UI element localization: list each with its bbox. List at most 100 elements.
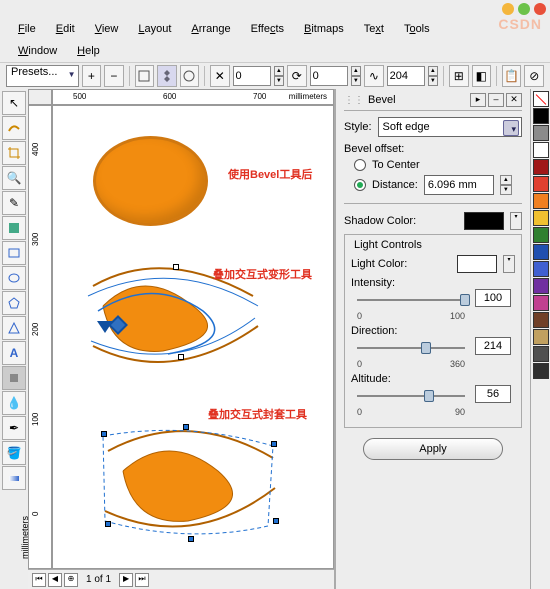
param-2[interactable] (310, 66, 348, 86)
swatch[interactable] (533, 227, 549, 243)
remove-preset-btn[interactable]: − (104, 65, 124, 87)
copy-props-btn[interactable]: 📋 (502, 65, 522, 87)
param-3[interactable] (387, 66, 425, 86)
slider-thumb[interactable] (421, 342, 431, 354)
presets-dropdown[interactable]: Presets... (6, 65, 79, 87)
canvas[interactable]: 使用Bevel工具后 叠加交互式变形工具 叠加交互 (52, 105, 334, 569)
distort-arrow-icon[interactable] (97, 321, 113, 333)
rectangle-tool[interactable] (2, 241, 26, 265)
shape-ellipse[interactable] (93, 136, 208, 226)
add-preset-btn[interactable]: + (82, 65, 102, 87)
menu-arrange[interactable]: Arrange (181, 20, 240, 38)
shadow-color-well[interactable] (464, 212, 504, 230)
envelope-node[interactable] (101, 431, 107, 437)
envelope-node[interactable] (183, 424, 189, 430)
menu-text[interactable]: Text (354, 20, 394, 38)
menu-edit[interactable]: Edit (46, 20, 85, 38)
menu-help[interactable]: Help (67, 42, 110, 60)
distance-radio[interactable] (354, 179, 366, 191)
clear-btn[interactable]: ⊘ (524, 65, 544, 87)
direction-slider[interactable]: 214 (357, 339, 465, 357)
swatch[interactable] (533, 142, 549, 158)
outline-tool[interactable]: ✒ (2, 416, 26, 440)
swatch[interactable] (533, 312, 549, 328)
distance-field[interactable] (424, 175, 494, 195)
smart-fill-tool[interactable] (2, 216, 26, 240)
page-first[interactable]: ⏮ (32, 573, 46, 587)
envelope-node[interactable] (271, 441, 277, 447)
menu-layout[interactable]: Layout (128, 20, 181, 38)
swatch[interactable] (533, 193, 549, 209)
polygon-tool[interactable] (2, 291, 26, 315)
anchor-btn[interactable]: ✕ (210, 65, 230, 87)
swatch[interactable] (533, 363, 549, 379)
swatch[interactable] (533, 346, 549, 362)
swatch[interactable] (533, 176, 549, 192)
swatch[interactable] (533, 329, 549, 345)
page-add[interactable]: ⊕ (64, 573, 78, 587)
param-1[interactable] (233, 66, 271, 86)
swatch-none[interactable] (533, 91, 549, 107)
envelope-node[interactable] (273, 518, 279, 524)
swatch[interactable] (533, 244, 549, 260)
mode-btn-2[interactable] (157, 65, 177, 87)
menu-window[interactable]: Window (8, 42, 67, 60)
freehand-tool[interactable]: ✎ (2, 191, 26, 215)
page-last[interactable]: ⏭ (135, 573, 149, 587)
ruler-origin[interactable] (28, 89, 52, 105)
text-tool[interactable]: A (2, 341, 26, 365)
interactive-tool[interactable] (2, 366, 26, 390)
grip-icon[interactable]: ⋮⋮ (344, 95, 364, 106)
maximize-btn[interactable] (518, 3, 530, 15)
envelope-node[interactable] (188, 536, 194, 542)
ruler-horizontal[interactable]: 500 600 700 millimeters (52, 89, 334, 105)
panel-collapse-btn[interactable]: – (488, 93, 504, 107)
swatch[interactable] (533, 261, 549, 277)
swatch[interactable] (533, 295, 549, 311)
altitude-slider[interactable]: 56 (357, 387, 465, 405)
panel-menu-btn[interactable]: ▸ (470, 93, 486, 107)
eyedropper-tool[interactable]: 💧 (2, 391, 26, 415)
selection-handle[interactable] (173, 264, 179, 270)
zoom-tool[interactable]: 🔍 (2, 166, 26, 190)
slider-thumb[interactable] (424, 390, 434, 402)
rotate-btn[interactable]: ⟳ (287, 65, 307, 87)
mode-btn-1[interactable] (135, 65, 155, 87)
page-prev[interactable]: ◀ (48, 573, 62, 587)
light-color-well[interactable] (457, 255, 497, 273)
slider-thumb[interactable] (460, 294, 470, 306)
opt-btn-1[interactable]: ⊞ (449, 65, 469, 87)
shape-envelope[interactable] (93, 416, 283, 546)
pick-tool[interactable]: ↖ (2, 91, 26, 115)
amplitude-btn[interactable]: ∿ (364, 65, 384, 87)
basic-shapes-tool[interactable] (2, 316, 26, 340)
fill-tool[interactable]: 🪣 (2, 441, 26, 465)
style-dropdown[interactable]: Soft edge (378, 117, 522, 137)
envelope-node[interactable] (105, 521, 111, 527)
swatch[interactable] (533, 125, 549, 141)
menu-bitmaps[interactable]: Bitmaps (294, 20, 354, 38)
intensity-slider[interactable]: 100 (357, 291, 465, 309)
mode-btn-3[interactable] (180, 65, 200, 87)
shape-tool[interactable] (2, 116, 26, 140)
spin-up[interactable]: ▲ (274, 66, 285, 76)
swatch[interactable] (533, 159, 549, 175)
swatch[interactable] (533, 108, 549, 124)
menu-file[interactable]: FFileile (8, 20, 46, 38)
ruler-vertical[interactable]: 400 300 200 100 0 (28, 105, 52, 569)
spin-down[interactable]: ▼ (274, 76, 285, 86)
to-center-radio[interactable] (354, 159, 366, 171)
swatch[interactable] (533, 210, 549, 226)
swatch[interactable] (533, 278, 549, 294)
interactive-fill-tool[interactable] (2, 466, 26, 490)
apply-button[interactable]: Apply (363, 438, 503, 460)
menu-effects[interactable]: Effects (241, 20, 294, 38)
ellipse-tool[interactable] (2, 266, 26, 290)
menu-tools[interactable]: Tools (394, 20, 440, 38)
close-btn[interactable] (534, 3, 546, 15)
crop-tool[interactable] (2, 141, 26, 165)
opt-btn-2[interactable]: ◧ (472, 65, 492, 87)
selection-handle[interactable] (178, 354, 184, 360)
minimize-btn[interactable] (502, 3, 514, 15)
page-next[interactable]: ▶ (119, 573, 133, 587)
